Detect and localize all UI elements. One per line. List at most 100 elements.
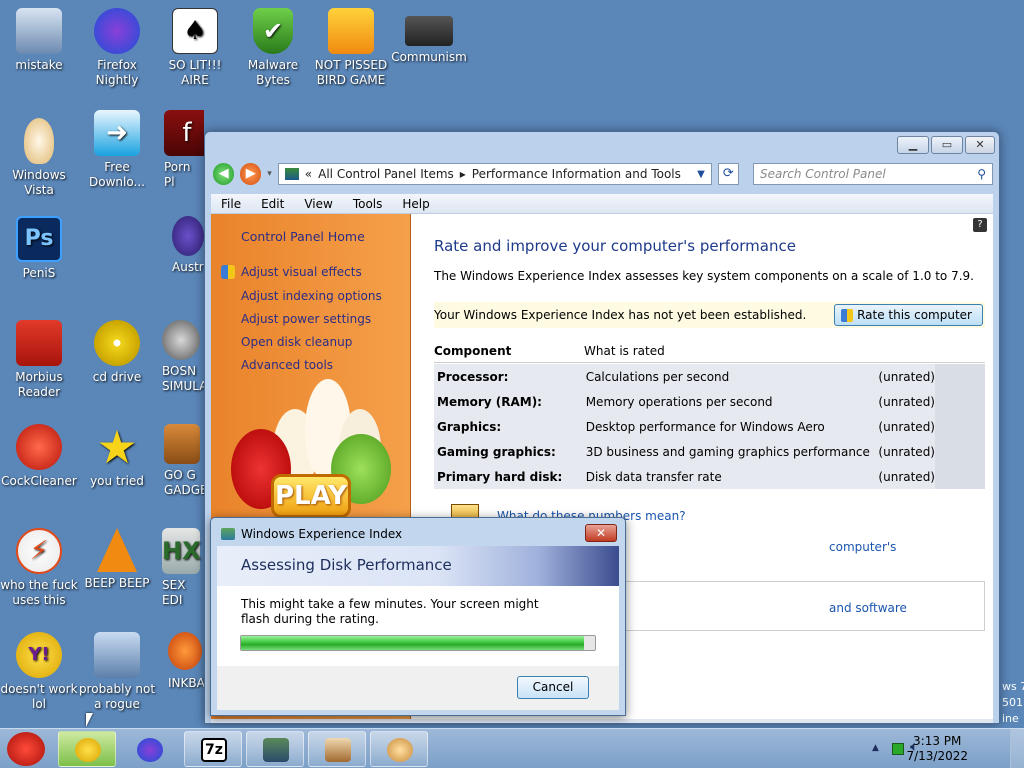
search-box[interactable]: Search Control Panel ⚲	[752, 163, 993, 185]
desktop-icon-label: Porn Pl	[164, 160, 191, 189]
open-disk-cleanup-link[interactable]: Open disk cleanup	[241, 335, 352, 349]
address-bar[interactable]: « All Control Panel Items ▸ Performance …	[277, 163, 712, 185]
taskbar-item-wei[interactable]	[308, 731, 366, 767]
wei-progress-dialog[interactable]: Windows Experience Index ✕ Assessing Dis…	[210, 517, 626, 716]
minimize-button[interactable]: ▁	[897, 136, 929, 154]
desktop-icon-label: PeniS	[22, 266, 56, 280]
search-icon[interactable]: ⚲	[977, 167, 986, 181]
taskbar-item-firefox[interactable]	[120, 731, 178, 767]
adjust-indexing-options-link[interactable]: Adjust indexing options	[241, 289, 382, 303]
recent-pages-dropdown[interactable]: ▾	[267, 169, 272, 179]
desktop-icon-you-tried[interactable]: ★ you tried	[78, 424, 156, 489]
desktop-icon-sex-edit[interactable]: HX SEX EDI	[156, 528, 204, 608]
desktop-icon-probably-not-a-rogue[interactable]: probably not a rogue	[78, 632, 156, 712]
desktop-icon-inkball[interactable]: INKBA	[156, 632, 204, 691]
desktop-icon-bosn-simula[interactable]: BOSN SIMULA	[156, 320, 204, 394]
adjust-visual-effects-link[interactable]: Adjust visual effects	[241, 265, 362, 279]
desktop-icon-so-lit-aire[interactable]: ♠ SO LIT!!! AIRE	[156, 8, 234, 88]
menu-edit[interactable]: Edit	[251, 197, 294, 211]
cancel-button[interactable]: Cancel	[517, 676, 589, 699]
help-icon[interactable]: ?	[973, 218, 987, 232]
desktop-icon-cd-drive[interactable]: cd drive	[78, 320, 156, 385]
desktop-icon-label: CockCleaner	[1, 474, 77, 488]
desktop-icon-label: you tried	[90, 474, 144, 488]
control-panel-icon	[284, 168, 299, 180]
computer-info-link[interactable]: computer's	[829, 540, 896, 554]
breadcrumb-all-items[interactable]: All Control Panel Items	[318, 167, 454, 181]
network-icon[interactable]	[892, 743, 904, 755]
desktop-icon-porn-player[interactable]: f Porn Pl	[156, 110, 204, 190]
download-manager-icon: ➜	[94, 110, 140, 156]
desktop-icon-beep-beep[interactable]: BEEP BEEP	[78, 528, 156, 591]
component-name: Gaming graphics:	[437, 444, 556, 459]
playing-cards-icon: ♠	[172, 8, 218, 54]
menu-file[interactable]: File	[211, 197, 251, 211]
taskbar-item-explorer[interactable]	[58, 731, 116, 767]
star-icon: ★	[96, 420, 138, 474]
desktop-icon-communism[interactable]: Communism	[390, 8, 468, 65]
breadcrumb-separator[interactable]: ▸	[460, 167, 466, 181]
table-row: Gaming graphics: 3D business and gaming …	[434, 439, 935, 464]
menu-tools[interactable]: Tools	[343, 197, 393, 211]
dialog-close-button[interactable]: ✕	[585, 524, 617, 542]
desktop-icon-mistake[interactable]: mistake	[0, 8, 78, 73]
inkball-icon	[168, 632, 202, 670]
desktop-icon-penis[interactable]: Ps PeniS	[0, 216, 78, 281]
taskbar-clock[interactable]: 3:13 PM 7/13/2022	[906, 734, 968, 764]
back-button[interactable]: ◀	[213, 163, 235, 185]
desktop-icon-go-gadget[interactable]: GO G GADGE	[156, 424, 204, 498]
close-button[interactable]: ✕	[965, 136, 995, 154]
component-table: Processor: Calculations per second (unra…	[434, 364, 935, 489]
desktop-icon-windows-vista[interactable]: Windows Vista	[0, 118, 78, 198]
ccleaner-icon	[16, 424, 62, 470]
table-row: Graphics: Desktop performance for Window…	[434, 414, 935, 439]
desktop-icon-firefox-nightly[interactable]: Firefox Nightly	[78, 8, 156, 88]
search-placeholder[interactable]: Search Control Panel	[760, 167, 886, 181]
desktop-icon-label: Austra	[172, 260, 204, 274]
desktop-icon-label: probably not a rogue	[78, 682, 156, 711]
taskbar-item-7zip[interactable]: 7z	[184, 731, 242, 767]
wei-notice-text: Your Windows Experience Index has not ye…	[434, 308, 807, 322]
desktop-icon-cockcleaner[interactable]: CockCleaner	[0, 424, 78, 489]
address-dropdown-icon[interactable]: ▼	[697, 169, 705, 180]
menu-view[interactable]: View	[294, 197, 342, 211]
control-panel-home-link[interactable]: Control Panel Home	[241, 229, 365, 244]
maximize-button[interactable]: ▭	[931, 136, 963, 154]
eggs-folder-icon	[75, 738, 101, 762]
address-overflow[interactable]: «	[305, 167, 312, 181]
base-score-column	[935, 364, 985, 489]
desktop-icon-not-pissed-bird-game[interactable]: NOT PISSED BIRD GAME	[312, 8, 390, 88]
start-button[interactable]	[3, 730, 49, 768]
egg-icon	[24, 118, 54, 164]
desktop-icon-doesnt-work[interactable]: Y! doesn't work lol	[0, 632, 78, 712]
desktop-icon-austra[interactable]: Austra	[156, 216, 204, 275]
firefox-nightly-icon	[137, 738, 163, 762]
desktop-icon-morbius-reader[interactable]: Morbius Reader	[0, 320, 78, 400]
adjust-power-settings-link[interactable]: Adjust power settings	[241, 312, 371, 326]
gear-ball-icon	[162, 320, 200, 360]
page-title: Rate and improve your computer's perform…	[434, 237, 796, 255]
component-metric: Calculations per second	[585, 369, 730, 384]
taskbar-item-paint[interactable]	[370, 731, 428, 767]
show-hidden-icons-button[interactable]: ▲	[872, 743, 879, 753]
taskbar-item-performance[interactable]	[246, 731, 304, 767]
menu-help[interactable]: Help	[392, 197, 439, 211]
desktop-icon-who-uses-this[interactable]: ⚡ who the fuck uses this	[0, 528, 78, 608]
software-link[interactable]: and software	[829, 601, 907, 615]
show-desktop-button[interactable]	[1010, 729, 1024, 768]
desktop-icon-label: doesn't work lol	[0, 682, 78, 711]
7zip-icon: 7z	[201, 738, 227, 762]
desktop-icon-label: GO G GADGE	[164, 468, 204, 497]
advanced-tools-link[interactable]: Advanced tools	[241, 358, 333, 372]
breadcrumb-performance[interactable]: Performance Information and Tools	[472, 167, 691, 181]
desktop-icon-malware-bytes[interactable]: ✔ Malware Bytes	[234, 8, 312, 88]
desktop-icon-label: Morbius Reader	[15, 370, 63, 399]
component-name: Graphics:	[437, 419, 502, 434]
desktop-icon-free-download[interactable]: ➜ Free Downlo...	[78, 110, 156, 190]
dialog-footer: Cancel	[217, 666, 619, 710]
dialog-body: This might take a few minutes. Your scre…	[217, 586, 619, 666]
refresh-button[interactable]: ⟳	[717, 163, 739, 185]
uac-shield-icon	[221, 265, 235, 279]
rate-this-computer-button[interactable]: Rate this computer	[834, 304, 983, 326]
forward-button[interactable]: ▶	[240, 163, 262, 185]
